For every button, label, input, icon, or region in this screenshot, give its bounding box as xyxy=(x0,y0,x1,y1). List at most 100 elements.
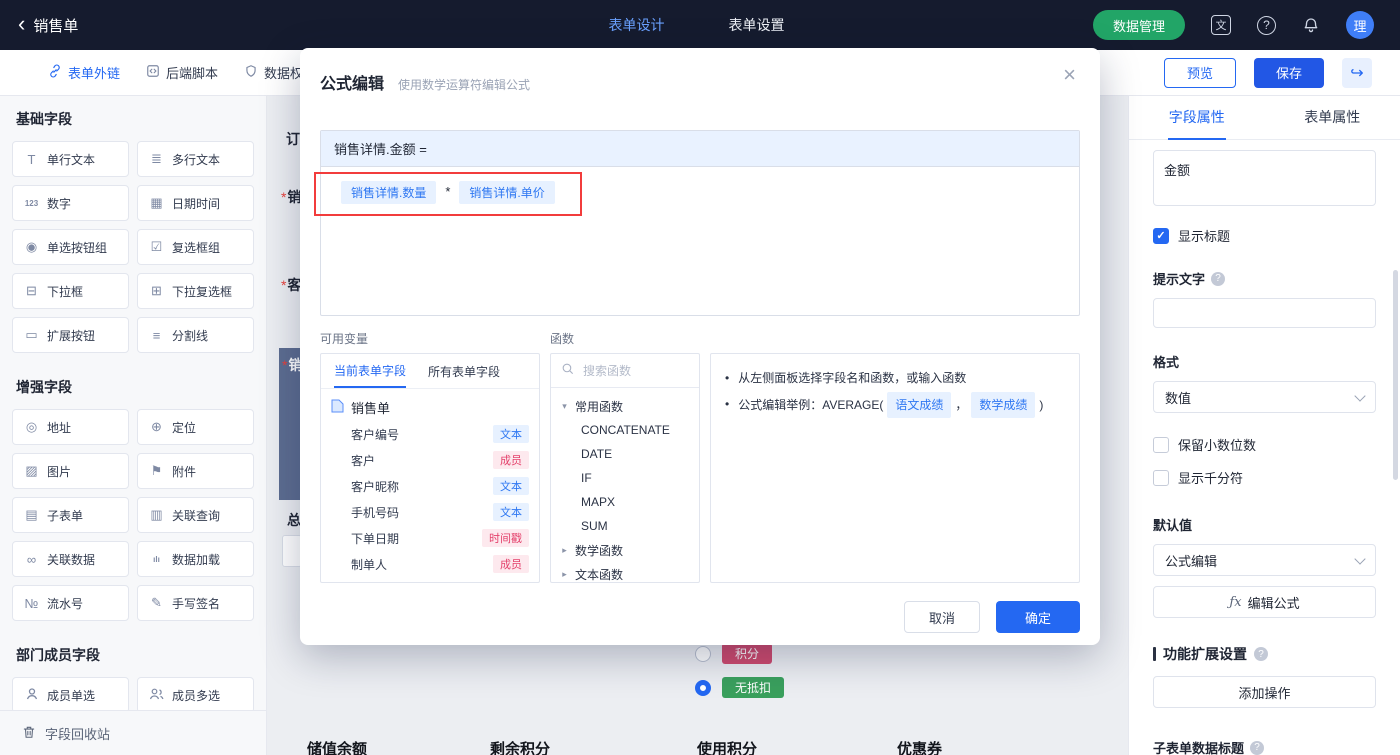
checkbox-keep-decimals[interactable] xyxy=(1153,436,1169,453)
save-button[interactable]: 保存 xyxy=(1253,57,1324,88)
radio-selected[interactable] xyxy=(695,679,711,696)
hint-text-input[interactable] xyxy=(1153,298,1376,328)
field-datetime[interactable]: ▦ 日期时间 xyxy=(137,185,254,221)
function-group-math[interactable]: ▸ 数学函数 xyxy=(551,538,699,562)
field-extend-button[interactable]: ▭ 扩展按钮 xyxy=(12,317,129,353)
functions-box: ▾常用函数 CONCATENATE DATE IF MAPX SUM ▸数学函数… xyxy=(550,353,700,583)
field-title-input[interactable]: 金额 xyxy=(1153,150,1376,206)
field-recycle-bin[interactable]: 字段回收站 xyxy=(0,710,266,755)
default-value: 公式编辑 xyxy=(1165,553,1218,569)
extension-help-icon[interactable]: ? xyxy=(1254,647,1268,661)
back-chevron-icon[interactable]: ‹ xyxy=(18,12,25,35)
field-dropdown-multi[interactable]: ⊞ 下拉复选框 xyxy=(137,273,254,309)
function-item[interactable]: CONCATENATE xyxy=(551,418,699,442)
field-member-multi[interactable]: 成员多选 xyxy=(137,677,254,713)
format-select[interactable]: 数值 xyxy=(1153,381,1376,413)
confirm-button[interactable]: 确定 xyxy=(996,601,1080,633)
field-label: 关联数据 xyxy=(47,552,96,567)
topbar: ‹ 销售单 表单设计 表单设置 数据管理 文 ? 理 xyxy=(0,0,1400,50)
hint-help-icon[interactable]: ? xyxy=(1211,271,1226,286)
field-radio-group[interactable]: ◉ 单选按钮组 xyxy=(12,229,129,265)
radio-unselected[interactable] xyxy=(695,645,711,662)
variable-row[interactable]: 客户编号 文本 xyxy=(321,421,539,447)
field-related-data[interactable]: ∞ 关联数据 xyxy=(12,541,129,577)
function-group-common[interactable]: ▾ 常用函数 xyxy=(551,394,699,418)
tab-form-design[interactable]: 表单设计 xyxy=(608,15,664,35)
data-manage-button[interactable]: 数据管理 xyxy=(1092,10,1185,40)
share-icon[interactable]: ↪ xyxy=(1342,57,1372,88)
variable-row[interactable]: 下单日期 时间戳 xyxy=(321,525,539,551)
tab-current-form-fields[interactable]: 当前表单字段 xyxy=(334,354,407,388)
tab-form-settings[interactable]: 表单设置 xyxy=(728,15,784,35)
notification-bell-icon[interactable] xyxy=(1302,16,1320,34)
field-address[interactable]: ◎ 地址 xyxy=(12,409,129,445)
no-deduction-badge[interactable]: 无抵扣 xyxy=(722,677,785,698)
scrollbar-thumb[interactable] xyxy=(1393,270,1398,480)
field-image[interactable]: ▨ 图片 xyxy=(12,453,129,489)
field-checkbox-group[interactable]: ☑ 复选框组 xyxy=(137,229,254,265)
field-data-load[interactable]: ılı 数据加载 xyxy=(137,541,254,577)
formula-input-area[interactable]: 销售详情.数量 * 销售详情.单价 xyxy=(321,167,1079,315)
subform-title-help-icon[interactable]: ? xyxy=(1250,740,1265,755)
variable-row[interactable]: 制单人 成员 xyxy=(321,551,539,577)
edit-formula-label: 编辑公式 xyxy=(1247,595,1300,611)
extend-button-icon: ▭ xyxy=(25,327,38,342)
function-search-input[interactable] xyxy=(581,362,689,379)
edit-formula-button[interactable]: ƒx 编辑公式 xyxy=(1153,586,1376,618)
canvas-field-fragment: *客 xyxy=(281,277,302,293)
variable-row[interactable]: 客户昵称 文本 xyxy=(321,473,539,499)
field-label: 成员单选 xyxy=(47,688,96,703)
field-subform[interactable]: ▤ 子表单 xyxy=(12,497,129,533)
backend-script-item[interactable]: 后端脚本 xyxy=(146,63,218,82)
field-signature[interactable]: ✎ 手写签名 xyxy=(137,585,254,621)
topbar-tabs: 表单设计 表单设置 xyxy=(300,15,1093,35)
signature-icon: ✎ xyxy=(151,595,162,610)
label-remaining-points: 剩余积分 xyxy=(490,741,551,755)
variable-row[interactable]: 手机号码 文本 xyxy=(321,499,539,525)
root-label: 销售单 xyxy=(351,401,391,416)
field-label: 下拉框 xyxy=(47,284,84,299)
points-badge[interactable]: 积分 xyxy=(722,643,773,664)
field-serial-number[interactable]: № 流水号 xyxy=(12,585,129,621)
avatar[interactable]: 理 xyxy=(1346,11,1374,39)
help-icon[interactable]: ? xyxy=(1257,15,1276,35)
function-item[interactable]: SUM xyxy=(551,514,699,538)
function-item[interactable]: DATE xyxy=(551,442,699,466)
canvas-total-fragment: 总 xyxy=(287,512,301,528)
chevron-down-icon xyxy=(1354,389,1366,402)
preview-button[interactable]: 预览 xyxy=(1163,57,1236,88)
data-permission-item[interactable]: 数据权 xyxy=(244,63,303,82)
show-title-label: 显示标题 xyxy=(1178,229,1231,244)
field-location[interactable]: ⊕ 定位 xyxy=(137,409,254,445)
field-dropdown[interactable]: ⊟ 下拉框 xyxy=(12,273,129,309)
field-number[interactable]: 123 数字 xyxy=(12,185,129,221)
fx-icon: ƒx xyxy=(1229,594,1242,610)
formula-operand-quantity[interactable]: 销售详情.数量 xyxy=(341,181,437,204)
field-member-single[interactable]: 成员单选 xyxy=(12,677,129,713)
field-related-query[interactable]: ▥ 关联查询 xyxy=(137,497,254,533)
tab-all-form-fields[interactable]: 所有表单字段 xyxy=(428,354,500,388)
field-divider[interactable]: ≡ 分割线 xyxy=(137,317,254,353)
formula-operand-price[interactable]: 销售详情.单价 xyxy=(459,181,555,204)
tab-field-properties[interactable]: 字段属性 xyxy=(1129,95,1265,139)
cancel-button[interactable]: 取消 xyxy=(904,601,980,633)
field-single-line-text[interactable]: T 单行文本 xyxy=(12,141,129,177)
form-external-link-item[interactable]: 表单外链 xyxy=(48,63,120,82)
checkbox-show-title[interactable] xyxy=(1153,227,1169,244)
tab-form-properties[interactable]: 表单属性 xyxy=(1265,95,1400,139)
default-value-select[interactable]: 公式编辑 xyxy=(1153,544,1376,576)
checkbox-thousand-separator[interactable] xyxy=(1153,469,1169,486)
function-item[interactable]: IF xyxy=(551,466,699,490)
label-coupon: 优惠券 xyxy=(897,741,943,755)
close-icon[interactable]: × xyxy=(1063,64,1076,86)
field-multi-line-text[interactable]: ≣ 多行文本 xyxy=(137,141,254,177)
function-group-text[interactable]: ▸ 文本函数 xyxy=(551,562,699,582)
field-attachment[interactable]: ⚑ 附件 xyxy=(137,453,254,489)
input-fragment[interactable] xyxy=(282,535,302,567)
variables-root-node[interactable]: 销售单 xyxy=(321,389,539,421)
backend-script-label: 后端脚本 xyxy=(166,66,219,81)
add-action-button[interactable]: 添加操作 xyxy=(1153,676,1376,708)
translate-icon[interactable]: 文 xyxy=(1211,15,1231,35)
variable-row[interactable]: 客户 成员 xyxy=(321,447,539,473)
function-item[interactable]: MAPX xyxy=(551,490,699,514)
